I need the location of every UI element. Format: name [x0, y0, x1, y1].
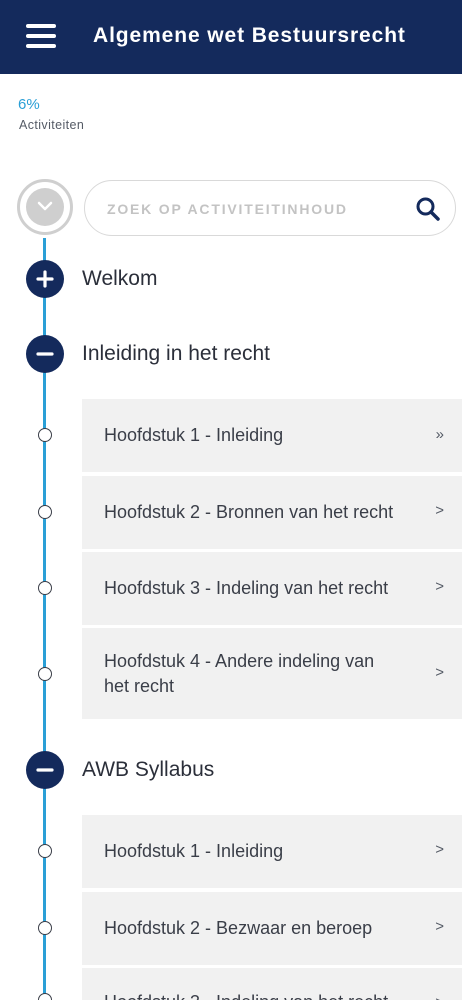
list-item[interactable]: Hoofdstuk 2 - Bezwaar en beroep > [82, 892, 462, 965]
section-welkom[interactable]: Welkom [26, 260, 426, 298]
section-title: Welkom [82, 267, 158, 290]
app-header: Algemene wet Bestuursrecht [0, 0, 462, 74]
section-awb-syllabus[interactable]: AWB Syllabus [26, 751, 426, 789]
plus-icon [26, 260, 64, 298]
list-item-label: Hoofdstuk 3 - Indeling van het recht [104, 578, 389, 598]
section-title: Inleiding in het recht [82, 342, 270, 365]
search-input[interactable] [107, 195, 397, 223]
timeline-dot [38, 505, 52, 519]
chevron-right-icon: > [435, 578, 444, 595]
list-item[interactable]: Hoofdstuk 2 - Bronnen van het recht > [82, 476, 462, 549]
minus-icon [26, 335, 64, 373]
list-item[interactable]: Hoofdstuk 4 - Andere indeling van het re… [82, 628, 462, 719]
timeline-dot [38, 921, 52, 935]
timeline-dot [38, 844, 52, 858]
progress-label: Activiteiten [19, 118, 85, 132]
search-icon[interactable] [415, 196, 441, 222]
page-title: Algemene wet Bestuursrecht [93, 24, 406, 47]
list-item-label: Hoofdstuk 2 - Bronnen van het recht [104, 502, 394, 522]
list-item-label: Hoofdstuk 4 - Andere indeling van het re… [104, 651, 375, 696]
chevron-right-icon: > [435, 994, 444, 1000]
timeline-dot [38, 581, 52, 595]
list-item[interactable]: Hoofdstuk 1 - Inleiding > [82, 815, 462, 888]
list-item-label: Hoofdstuk 3 - Indeling van het recht [104, 990, 414, 1000]
list-item-label: Hoofdstuk 1 - Inleiding [104, 841, 284, 861]
list-item[interactable]: Hoofdstuk 1 - Inleiding » [82, 399, 462, 472]
hamburger-menu-icon[interactable] [26, 24, 56, 48]
section-inleiding-in-het-recht[interactable]: Inleiding in het recht [26, 335, 426, 373]
timeline-dot [38, 993, 52, 1000]
chevron-right-icon: > [435, 918, 444, 935]
list-item[interactable]: Hoofdstuk 3 - Indeling van het recht > [82, 968, 462, 1000]
minus-icon [26, 751, 64, 789]
list-item-label: Hoofdstuk 2 - Bezwaar en beroep [104, 918, 373, 938]
chevron-right-icon: > [435, 664, 444, 681]
search-bar [84, 180, 456, 236]
timeline-dot [38, 428, 52, 442]
section-title: AWB Syllabus [82, 758, 215, 781]
progress-percentage: 6% [18, 96, 40, 113]
timeline-dot [38, 667, 52, 681]
list-item-label: Hoofdstuk 1 - Inleiding [104, 425, 284, 445]
list-item[interactable]: Hoofdstuk 3 - Indeling van het recht > [82, 552, 462, 625]
double-chevron-right-icon: » [435, 426, 444, 443]
chevron-down-icon [26, 188, 64, 226]
collapse-all-button[interactable] [17, 179, 73, 235]
chevron-right-icon: > [435, 841, 444, 858]
chevron-right-icon: > [435, 502, 444, 519]
